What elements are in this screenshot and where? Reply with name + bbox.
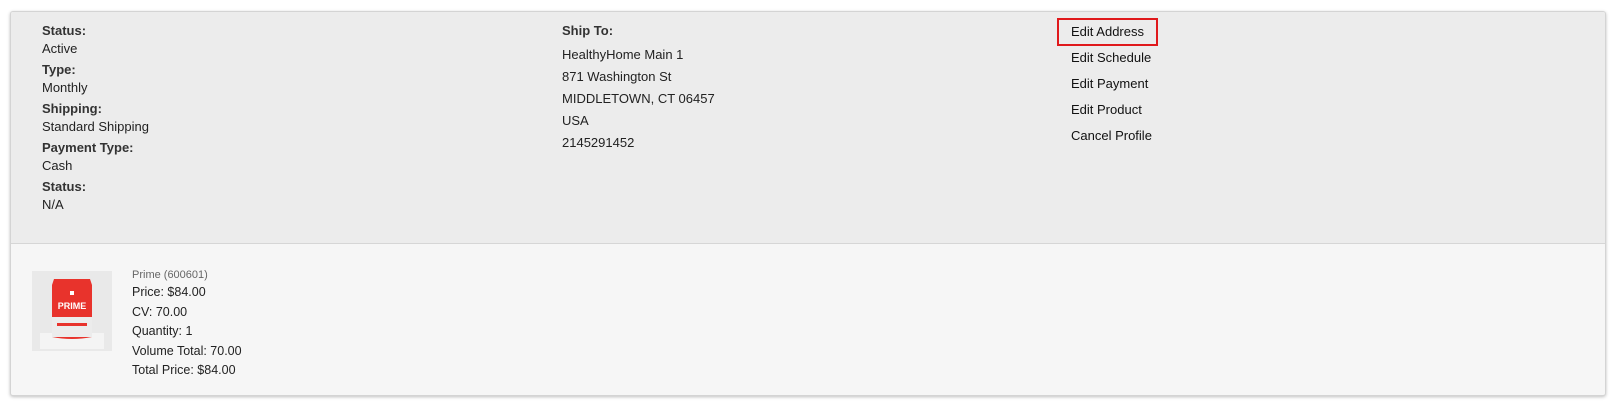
product-image: PRIME	[32, 271, 112, 351]
payment-type-label: Payment Type:	[42, 140, 134, 155]
actions-column: Edit Address Edit Schedule Edit Payment …	[1057, 18, 1371, 151]
status-label: Status:	[42, 23, 87, 38]
product-pouch-graphic: PRIME	[32, 271, 112, 351]
cancel-profile-link[interactable]: Cancel Profile	[1071, 125, 1152, 147]
ship-to-phone: 2145291452	[562, 135, 635, 150]
ship-to-country: USA	[562, 113, 589, 128]
autoship-profile-card: Status: Active Type: Monthly Shipping: S…	[10, 11, 1606, 396]
product-info: Prime (600601) Price: $84.00 CV: 70.00 Q…	[132, 267, 242, 381]
edit-payment-link[interactable]: Edit Payment	[1071, 73, 1148, 95]
shipping-value: Standard Shipping	[42, 119, 149, 134]
ship-to-street: 871 Washington St	[562, 69, 672, 84]
product-volume-total: Volume Total: 70.00	[132, 343, 242, 358]
edit-address-link[interactable]: Edit Address	[1057, 18, 1158, 46]
profile-info-column: Status: Active Type: Monthly Shipping: S…	[42, 22, 442, 217]
ship-to-label: Ship To:	[562, 23, 614, 38]
secondary-status-field: Status: N/A	[42, 178, 442, 214]
ship-to-city-state-zip: MIDDLETOWN, CT 06457	[562, 91, 715, 106]
edit-product-link[interactable]: Edit Product	[1071, 99, 1142, 121]
type-value: Monthly	[42, 80, 88, 95]
payment-type-value: Cash	[42, 158, 73, 173]
product-total-price: Total Price: $84.00	[132, 363, 236, 378]
status-field: Status: Active	[42, 22, 442, 58]
payment-type-field: Payment Type: Cash	[42, 139, 442, 175]
shipping-field: Shipping: Standard Shipping	[42, 100, 442, 136]
ship-to-column: Ship To: HealthyHome Main 1 871 Washingt…	[562, 22, 962, 154]
type-label: Type:	[42, 62, 76, 77]
secondary-status-value: N/A	[42, 197, 64, 212]
product-price: Price: $84.00	[132, 285, 206, 299]
secondary-status-label: Status:	[42, 179, 87, 194]
product-name: Prime (600601)	[132, 269, 208, 281]
edit-schedule-link[interactable]: Edit Schedule	[1071, 47, 1151, 69]
profile-details-panel: Status: Active Type: Monthly Shipping: S…	[11, 12, 1605, 244]
ship-to-name: HealthyHome Main 1	[562, 47, 684, 62]
product-cv: CV: 70.00	[132, 304, 188, 319]
shipping-label: Shipping:	[42, 101, 102, 116]
status-value: Active	[42, 41, 78, 56]
product-quantity: Quantity: 1	[132, 324, 193, 339]
pouch-label: PRIME	[58, 301, 87, 311]
type-field: Type: Monthly	[42, 61, 442, 97]
